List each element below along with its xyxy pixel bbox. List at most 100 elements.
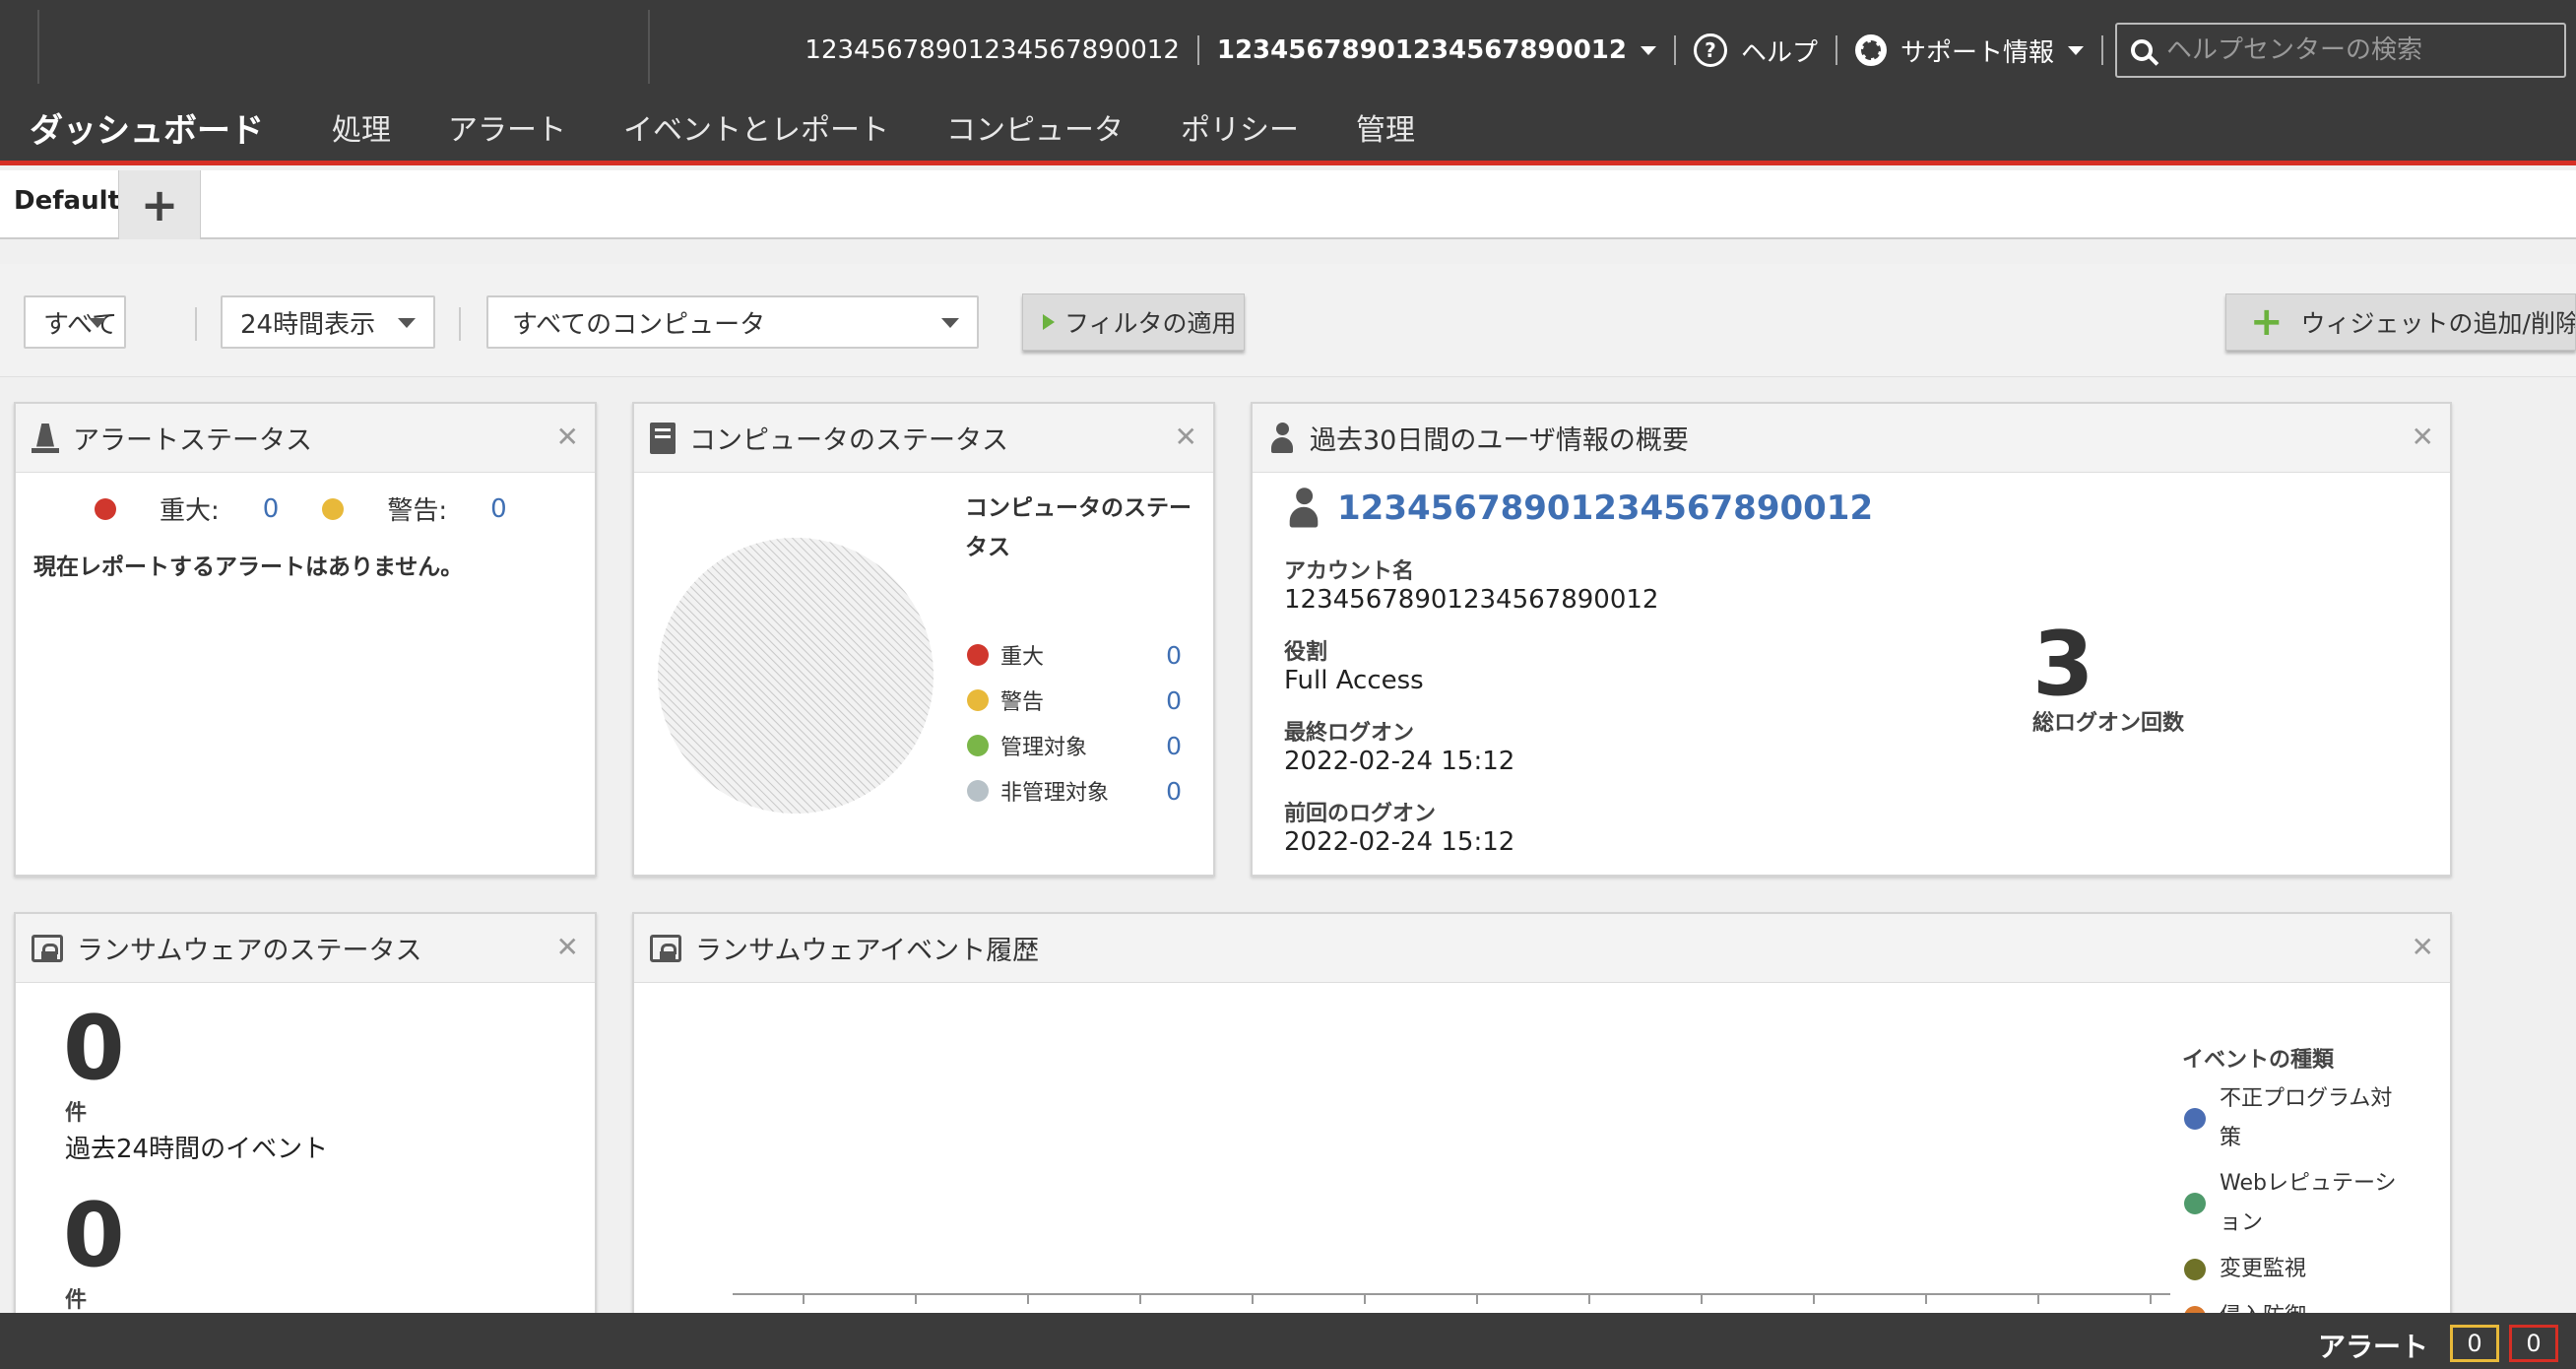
tab-default[interactable]: Default — [0, 170, 120, 237]
close-icon[interactable]: ✕ — [1175, 424, 1197, 451]
legend-count[interactable]: 0 — [1166, 641, 1182, 670]
event-type-label: 変更監視 — [2220, 1257, 2307, 1281]
close-icon[interactable]: ✕ — [2412, 424, 2434, 451]
warning-label: 警告: — [387, 496, 448, 526]
nav-alerts[interactable]: アラート — [419, 105, 595, 149]
legend-count[interactable]: 0 — [1166, 777, 1182, 806]
widget-header: 過去30日間のユーザ情報の概要 ✕ — [1253, 404, 2450, 473]
ransomware-count-24h: 0 — [63, 997, 125, 1100]
prev-logon-value: 2022-02-24 15:12 — [1284, 827, 1515, 857]
legend-row: 管理対象 0 — [967, 723, 1193, 768]
support-label: サポート情報 — [1900, 37, 2054, 68]
header-divider — [37, 10, 39, 84]
close-icon[interactable]: ✕ — [2412, 934, 2434, 961]
lock-icon — [650, 934, 681, 962]
lock-icon — [32, 934, 63, 962]
widget-title: 過去30日間のユーザ情報の概要 — [1310, 425, 1689, 456]
legend-title: コンピュータのステータス — [965, 495, 1191, 560]
widget-header: ランサムウェアのステータス ✕ — [16, 914, 595, 983]
account-menu-label: 12345678901234567890012 — [1216, 35, 1627, 65]
event-type-dot — [2184, 1193, 2206, 1214]
apply-filter-label: フィルタの適用 — [1064, 309, 1237, 338]
nav-actions[interactable]: 処理 — [303, 105, 419, 149]
prev-logon-label: 前回のログオン — [1284, 802, 1437, 826]
last-logon-value: 2022-02-24 15:12 — [1284, 747, 1515, 776]
nav-events-reports[interactable]: イベントとレポート — [595, 105, 918, 149]
no-alerts-message: 現在レポートするアラートはありません。 — [33, 554, 464, 580]
footer-critical-count[interactable]: 0 — [2509, 1325, 2558, 1362]
user-icon — [1286, 488, 1321, 529]
status-dot — [967, 735, 989, 756]
user-summary-widget: 過去30日間のユーザ情報の概要 ✕ 1234567890123456789001… — [1251, 402, 2452, 877]
critical-label: 重大: — [160, 496, 220, 526]
main-nav: ダッシュボード 処理 アラート イベントとレポート コンピュータ ポリシー 管理 — [0, 97, 1444, 158]
empty-pie-chart — [658, 538, 934, 814]
widget-header: ランサムウェアイベント履歴 ✕ — [634, 914, 2450, 983]
role-label: 役割 — [1284, 640, 1328, 665]
lifebuoy-icon — [1854, 34, 1887, 66]
widget-header: アラートステータス ✕ — [16, 404, 595, 473]
critical-count[interactable]: 0 — [263, 494, 280, 524]
computers-select-value: すべてのコンピュータ — [512, 309, 766, 340]
scope-select[interactable]: すべて — [24, 295, 126, 349]
nav-computers[interactable]: コンピュータ — [918, 105, 1152, 149]
legend-count[interactable]: 0 — [1166, 686, 1182, 715]
past-24h-caption: 過去24時間のイベント — [65, 1135, 329, 1164]
legend-row: 重大 0 — [967, 632, 1193, 678]
add-widget-label: ウィジェットの追加/削除... — [2300, 309, 2576, 338]
widget-title: アラートステータス — [73, 425, 312, 456]
computers-select[interactable]: すべてのコンピュータ — [486, 295, 979, 349]
footer-alert-label: アラート — [2317, 1331, 2428, 1363]
status-dot — [967, 644, 989, 666]
header-separator — [2101, 35, 2103, 65]
ransomware-count-total: 0 — [63, 1184, 125, 1287]
event-type-dot — [2184, 1259, 2206, 1280]
count-unit: 件 — [65, 1101, 88, 1126]
help-link[interactable]: ? ヘルプ — [1676, 24, 1835, 77]
footer-warning-count[interactable]: 0 — [2450, 1325, 2499, 1362]
search-icon — [2131, 39, 2153, 61]
alert-status-widget: アラートステータス ✕ 重大: 0 警告: 0 現在レポートするアラートはありま… — [14, 402, 597, 877]
support-menu[interactable]: サポート情報 — [1837, 24, 2101, 77]
event-type-legend-item: 変更監視 — [2184, 1249, 2420, 1290]
event-type-label: 不正プログラム対策 — [2220, 1086, 2393, 1150]
legend-count[interactable]: 0 — [1166, 732, 1182, 760]
warning-count[interactable]: 0 — [490, 494, 507, 524]
total-logons-count: 3 — [2032, 613, 2094, 716]
chevron-down-icon — [2068, 45, 2084, 55]
nav-policies[interactable]: ポリシー — [1152, 105, 1327, 149]
event-type-dot — [2184, 1108, 2206, 1130]
event-type-legend: 不正プログラム対策Webレピュテーション変更監視侵入防御 — [2184, 1079, 2420, 1324]
legend-label: 管理対象 — [1000, 736, 1088, 760]
account-menu[interactable]: 12345678901234567890012 — [1199, 24, 1674, 77]
chevron-down-icon — [398, 318, 416, 328]
dashboard-tabs: Default + — [0, 170, 2576, 239]
nav-administration[interactable]: 管理 — [1327, 105, 1444, 149]
header-right: 12345678901234567890012 1234567890123456… — [787, 23, 2566, 78]
widget-title: ランサムウェアのステータス — [77, 936, 422, 966]
period-select[interactable]: 24時間表示 — [221, 295, 435, 349]
user-id-label: 12345678901234567890012 — [805, 35, 1180, 65]
computer-status-widget: コンピュータのステータス ✕ コンピュータのステータス 重大 0 警告 0 管理対象 0 非… — [632, 402, 1215, 877]
plus-icon: + — [2250, 299, 2284, 345]
close-icon[interactable]: ✕ — [556, 934, 579, 961]
add-tab-button[interactable]: + — [118, 170, 201, 239]
last-logon-label: 最終ログオン — [1284, 721, 1415, 746]
add-remove-widget-button[interactable]: + ウィジェットの追加/削除... — [2225, 293, 2576, 351]
widget-header: コンピュータのステータス ✕ — [634, 404, 1213, 473]
help-search-box[interactable] — [2115, 23, 2566, 78]
apply-filter-button[interactable]: フィルタの適用 — [1022, 293, 1245, 351]
ransomware-history-widget: ランサムウェアイベント履歴 ✕ イベントの種類 不正プログラム対策 Webレピュテ… — [632, 912, 2452, 1326]
top-bar: 12345678901234567890012 1234567890123456… — [0, 0, 2576, 165]
user-name-link[interactable]: 12345678901234567890012 — [1337, 489, 1873, 528]
event-type-legend-item: Webレピュテーション — [2184, 1164, 2420, 1243]
status-dot — [967, 780, 989, 802]
legend-row: 非管理対象 0 — [967, 768, 1193, 814]
close-icon[interactable]: ✕ — [556, 424, 579, 451]
help-search-input[interactable] — [2166, 35, 2541, 65]
computer-icon — [650, 422, 676, 454]
legend-label: 警告 — [1000, 690, 1045, 715]
help-icon: ? — [1693, 33, 1727, 67]
nav-dashboard[interactable]: ダッシュボード — [0, 103, 303, 152]
widget-title: ランサムウェアイベント履歴 — [695, 936, 1040, 966]
